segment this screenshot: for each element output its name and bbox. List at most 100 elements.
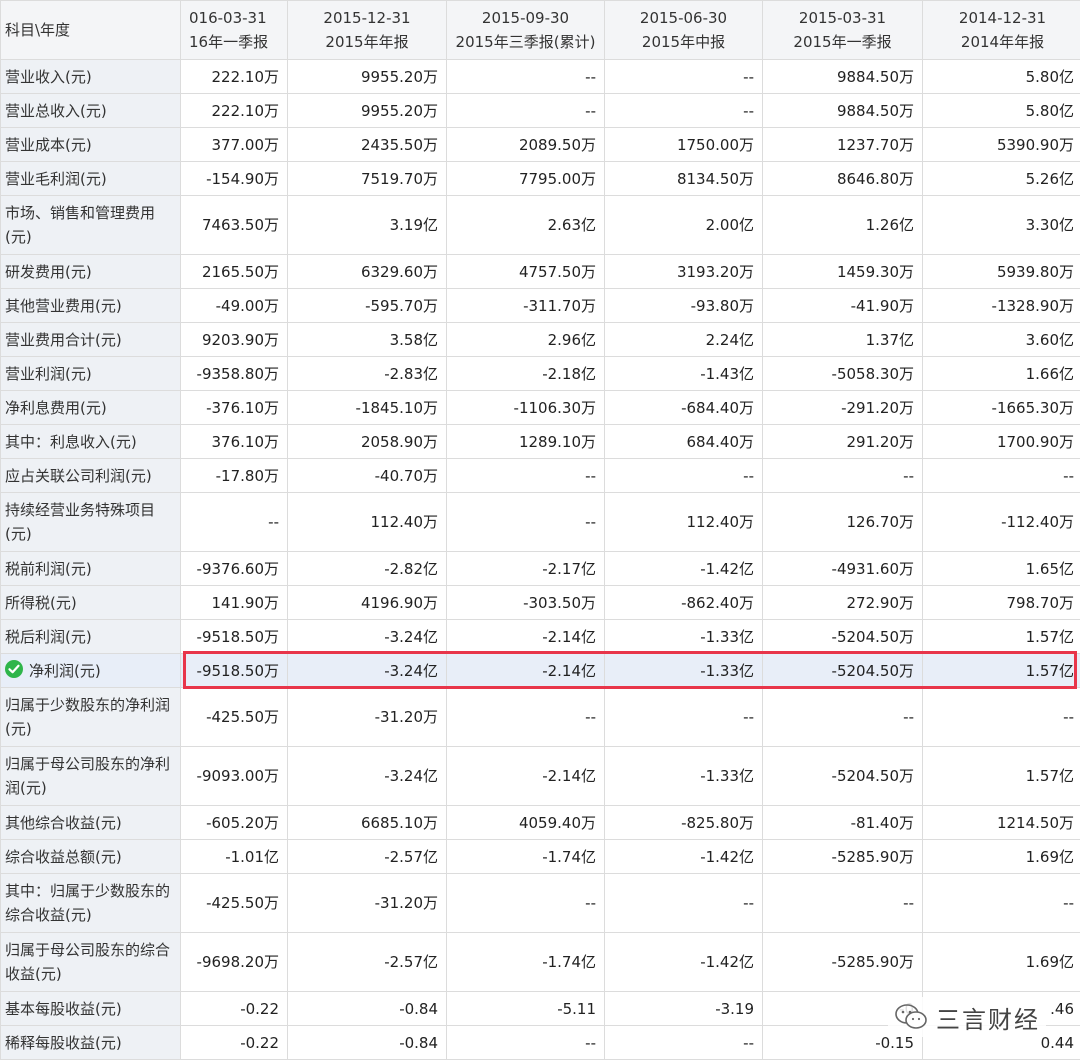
cell-value: -2.83亿 (288, 357, 447, 391)
cell-value: -81.40万 (763, 806, 923, 840)
table-row[interactable]: 归属于少数股东的净利润(元)-425.50万-31.20万-------- (1, 688, 1080, 747)
column-header[interactable]: 2015-12-31 2015年年报 (288, 1, 447, 60)
table-row[interactable]: 净利息费用(元)-376.10万-1845.10万-1106.30万-684.4… (1, 391, 1080, 425)
cell-value: -3.24亿 (288, 747, 447, 806)
row-label: 营业成本(元) (1, 128, 181, 162)
table-row[interactable]: 营业毛利润(元)-154.90万7519.70万7795.00万8134.50万… (1, 162, 1080, 196)
cell-value: -425.50万 (181, 874, 288, 933)
cell-value: 5.26亿 (923, 162, 1080, 196)
row-label: 税前利润(元) (1, 552, 181, 586)
cell-value: -291.20万 (763, 391, 923, 425)
row-label-text: 应占关联公司利润(元) (5, 467, 152, 485)
cell-value: 1.69亿 (923, 840, 1080, 874)
cell-value: 377.00万 (181, 128, 288, 162)
table-row[interactable]: 应占关联公司利润(元)-17.80万-40.70万-------- (1, 459, 1080, 493)
row-label-text: 其他营业费用(元) (5, 297, 122, 315)
cell-value: -- (763, 688, 923, 747)
cell-value: -376.10万 (181, 391, 288, 425)
cell-value: 2165.50万 (181, 255, 288, 289)
row-label: 营业总收入(元) (1, 94, 181, 128)
cell-value: -2.14亿 (447, 654, 605, 688)
table-row[interactable]: 其他营业费用(元)-49.00万-595.70万-311.70万-93.80万-… (1, 289, 1080, 323)
cell-value: -- (447, 493, 605, 552)
row-label-text: 基本每股收益(元) (5, 1000, 122, 1018)
cell-value: -1.74亿 (447, 840, 605, 874)
cell-value: -- (447, 60, 605, 94)
column-header[interactable]: 2015-03-31 2015年一季报 (763, 1, 923, 60)
cell-value: 5.80亿 (923, 94, 1080, 128)
cell-value: -605.20万 (181, 806, 288, 840)
table-body: 营业收入(元)222.10万9955.20万----9884.50万5.80亿营… (1, 60, 1080, 1060)
row-label-text: 市场、销售和管理费用(元) (5, 204, 155, 246)
cell-value: 9884.50万 (763, 60, 923, 94)
cell-value: -- (605, 1026, 763, 1060)
cell-value: 6329.60万 (288, 255, 447, 289)
table-row[interactable]: 其他综合收益(元)-605.20万6685.10万4059.40万-825.80… (1, 806, 1080, 840)
row-label: 基本每股收益(元) (1, 992, 181, 1026)
cell-value: -- (923, 874, 1080, 933)
cell-value: 222.10万 (181, 60, 288, 94)
cell-value: 5390.90万 (923, 128, 1080, 162)
column-label: 16年一季报 (189, 30, 249, 54)
cell-value: -1.01亿 (181, 840, 288, 874)
cell-value: -9093.00万 (181, 747, 288, 806)
cell-value: -9518.50万 (181, 620, 288, 654)
row-label: 市场、销售和管理费用(元) (1, 196, 181, 255)
cell-value: 5939.80万 (923, 255, 1080, 289)
row-label-text: 税后利润(元) (5, 628, 92, 646)
cell-value: -1.42亿 (605, 840, 763, 874)
row-label-text: 税前利润(元) (5, 560, 92, 578)
table-row[interactable]: 归属于母公司股东的净利润(元)-9093.00万-3.24亿-2.14亿-1.3… (1, 747, 1080, 806)
row-label-text: 稀释每股收益(元) (5, 1034, 122, 1052)
table-row[interactable]: 研发费用(元)2165.50万6329.60万4757.50万3193.20万1… (1, 255, 1080, 289)
table-row[interactable]: 营业成本(元)377.00万2435.50万2089.50万1750.00万12… (1, 128, 1080, 162)
cell-value: -5.11 (447, 992, 605, 1026)
cell-value: 1.57亿 (923, 654, 1080, 688)
column-header[interactable]: 2014-12-31 2014年年报 (923, 1, 1080, 60)
row-label-text: 持续经营业务特殊项目(元) (5, 501, 155, 543)
row-label: 持续经营业务特殊项目(元) (1, 493, 181, 552)
cell-value: -5204.50万 (763, 654, 923, 688)
cell-value: -- (181, 493, 288, 552)
table-row[interactable]: 营业收入(元)222.10万9955.20万----9884.50万5.80亿 (1, 60, 1080, 94)
cell-value: 1750.00万 (605, 128, 763, 162)
row-label-text: 归属于母公司股东的净利润(元) (5, 755, 170, 797)
table-row[interactable]: 营业费用合计(元)9203.90万3.58亿2.96亿2.24亿1.37亿3.6… (1, 323, 1080, 357)
cell-value: 7463.50万 (181, 196, 288, 255)
table-row[interactable]: 营业总收入(元)222.10万9955.20万----9884.50万5.80亿 (1, 94, 1080, 128)
table-row[interactable]: 税前利润(元)-9376.60万-2.82亿-2.17亿-1.42亿-4931.… (1, 552, 1080, 586)
cell-value: 1.65亿 (923, 552, 1080, 586)
table-row[interactable]: 归属于母公司股东的综合收益(元)-9698.20万-2.57亿-1.74亿-1.… (1, 933, 1080, 992)
cell-value: 1459.30万 (763, 255, 923, 289)
table-row[interactable]: 其中：归属于少数股东的综合收益(元)-425.50万-31.20万-------… (1, 874, 1080, 933)
cell-value: 9884.50万 (763, 94, 923, 128)
cell-value: 1.66亿 (923, 357, 1080, 391)
row-label-text: 营业利润(元) (5, 365, 92, 383)
cell-value: 6685.10万 (288, 806, 447, 840)
cell-value: -49.00万 (181, 289, 288, 323)
cell-value: 2.00亿 (605, 196, 763, 255)
table-row[interactable]: 税后利润(元)-9518.50万-3.24亿-2.14亿-1.33亿-5204.… (1, 620, 1080, 654)
cell-value: -825.80万 (605, 806, 763, 840)
cell-value: -2.18亿 (447, 357, 605, 391)
cell-value: -1.43亿 (605, 357, 763, 391)
cell-value: 684.40万 (605, 425, 763, 459)
table-row[interactable]: 营业利润(元)-9358.80万-2.83亿-2.18亿-1.43亿-5058.… (1, 357, 1080, 391)
row-label-text: 其中：归属于少数股东的综合收益(元) (5, 882, 170, 924)
cell-value: -425.50万 (181, 688, 288, 747)
column-header[interactable]: 2015-09-30 2015年三季报(累计) (447, 1, 605, 60)
row-label: 研发费用(元) (1, 255, 181, 289)
table-row-net-profit[interactable]: 净利润(元)-9518.50万-3.24亿-2.14亿-1.33亿-5204.5… (1, 654, 1080, 688)
cell-value: -862.40万 (605, 586, 763, 620)
table-row[interactable]: 其中：利息收入(元)376.10万2058.90万1289.10万684.40万… (1, 425, 1080, 459)
column-header[interactable]: 2015-06-30 2015年中报 (605, 1, 763, 60)
row-label-text: 归属于母公司股东的综合收益(元) (5, 941, 170, 983)
table-row[interactable]: 所得税(元)141.90万4196.90万-303.50万-862.40万272… (1, 586, 1080, 620)
cell-value: -595.70万 (288, 289, 447, 323)
table-row[interactable]: 持续经营业务特殊项目(元)--112.40万--112.40万126.70万-1… (1, 493, 1080, 552)
table-row[interactable]: 市场、销售和管理费用(元)7463.50万3.19亿2.63亿2.00亿1.26… (1, 196, 1080, 255)
table-row[interactable]: 综合收益总额(元)-1.01亿-2.57亿-1.74亿-1.42亿-5285.9… (1, 840, 1080, 874)
cell-value: -9518.50万 (181, 654, 288, 688)
cell-value: 126.70万 (763, 493, 923, 552)
column-header[interactable]: 016-03-31 16年一季报 (181, 1, 288, 60)
